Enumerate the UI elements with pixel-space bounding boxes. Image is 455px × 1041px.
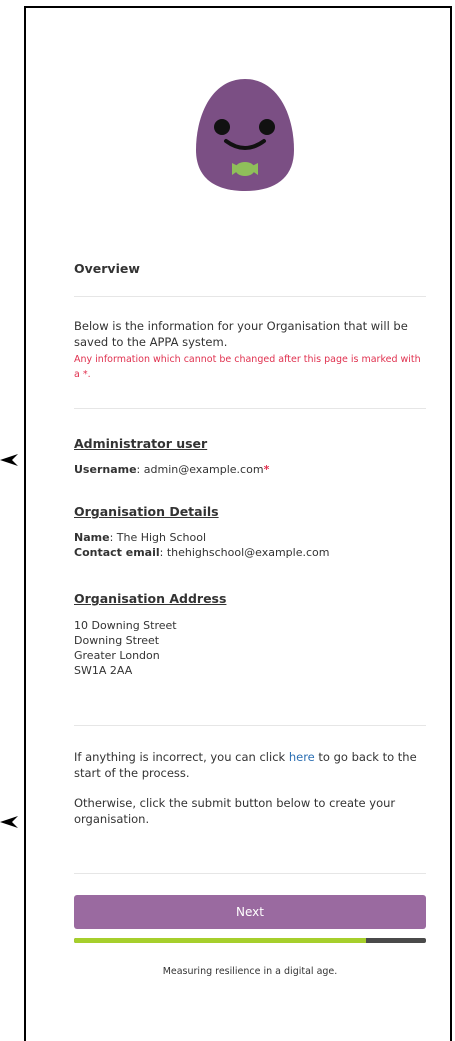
mascot-logo-icon [196, 79, 294, 191]
name-label: Name [74, 531, 110, 544]
arrow-pointer-icon [0, 454, 18, 466]
overview-heading: Overview [74, 261, 140, 276]
org-contact-email: Contact email: thehighschool@example.com [74, 545, 426, 560]
contact-email-value: : thehighschool@example.com [159, 546, 330, 559]
name-value: : The High School [109, 531, 207, 544]
incorrect-note-text: If anything is incorrect, you can click [74, 750, 289, 764]
address-line: 10 Downing Street [74, 619, 177, 632]
progress-bar [74, 938, 426, 943]
admin-section-title: Administrator user [74, 436, 208, 451]
arrow-pointer-icon [0, 816, 18, 828]
org-address: 10 Downing Street Downing Street Greater… [74, 618, 426, 678]
address-line: Greater London [74, 649, 160, 662]
overview-warning: Any information which cannot be changed … [74, 354, 421, 380]
incorrect-note: If anything is incorrect, you can click … [74, 749, 426, 781]
contact-email-label: Contact email [74, 546, 160, 559]
org-address-title: Organisation Address [74, 591, 227, 606]
org-name: Name: The High School [74, 530, 426, 545]
username-value: : admin@example.com [136, 463, 264, 476]
next-button[interactable]: Next [74, 895, 426, 929]
progress-bar-fill [74, 938, 367, 943]
username-label: Username [74, 463, 137, 476]
divider [74, 725, 426, 726]
overview-intro: Below is the information for your Organi… [74, 319, 408, 349]
address-line: SW1A 2AA [74, 664, 133, 677]
footer-tagline: Measuring resilience in a digital age. [162, 966, 338, 977]
back-to-start-link[interactable]: here [289, 750, 315, 764]
org-details-title: Organisation Details [74, 504, 219, 519]
divider [74, 873, 426, 874]
admin-username: Username: admin@example.com* [74, 462, 426, 477]
required-marker: * [263, 463, 270, 476]
divider [74, 408, 426, 409]
submit-note: Otherwise, click the submit button below… [74, 796, 396, 826]
address-line: Downing Street [74, 634, 160, 647]
divider [74, 296, 426, 297]
